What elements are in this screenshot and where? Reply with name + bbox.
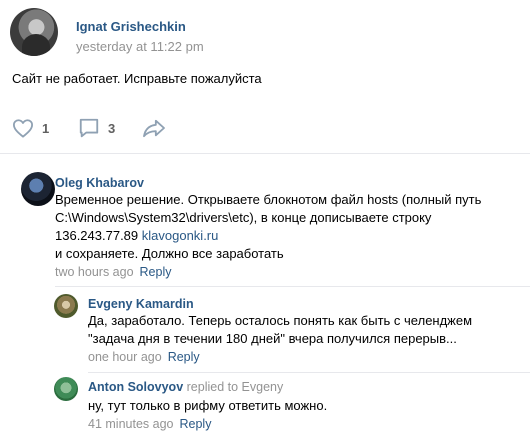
- comment-button[interactable]: 3: [78, 117, 115, 139]
- comment-line: C:\Windows\System32\drivers\etc), в конц…: [55, 210, 432, 225]
- comment-line: Временное решение. Открываете блокнотом …: [55, 192, 482, 207]
- like-count: 1: [42, 120, 50, 136]
- wall-post: Ignat Grishechkin yesterday at 11:22 pm …: [0, 0, 530, 445]
- comment-meta: 41 minutes ago Reply: [88, 417, 211, 431]
- reply-button[interactable]: Reply: [140, 265, 172, 279]
- comment-time[interactable]: two hours ago: [55, 265, 134, 279]
- reply-button[interactable]: Reply: [168, 350, 200, 364]
- comment-author[interactable]: Evgeny Kamardin: [88, 297, 194, 311]
- comment-icon: [79, 118, 99, 138]
- post-divider: [0, 153, 530, 154]
- avatar[interactable]: [54, 377, 78, 401]
- post-author-name[interactable]: Ignat Grishechkin: [76, 19, 186, 34]
- share-icon: [143, 119, 165, 138]
- comment-count: 3: [108, 120, 116, 136]
- author-avatar[interactable]: [10, 8, 58, 56]
- post-text: Сайт не работает. Исправьте пожалуйста: [12, 71, 262, 86]
- comment-line: "задача дня в течении 180 дней" вчера по…: [88, 331, 457, 346]
- comment-time[interactable]: 41 minutes ago: [88, 417, 173, 431]
- avatar[interactable]: [54, 294, 78, 318]
- comment-line-ip: 136.243.77.89 klavogonki.ru: [55, 227, 481, 245]
- comment-divider: [55, 286, 530, 287]
- comment-meta: one hour ago Reply: [88, 350, 200, 364]
- comment-author-line: Anton Solovyov replied to Evgeny: [88, 380, 283, 394]
- comment-text: ну, тут только в рифму ответить можно.: [88, 397, 327, 415]
- comment-text: Да, заработало. Теперь осталось понять к…: [88, 312, 472, 348]
- comment-divider: [88, 372, 530, 373]
- post-time[interactable]: yesterday at 11:22 pm: [76, 39, 204, 54]
- comment-meta: two hours ago Reply: [55, 265, 172, 279]
- share-button[interactable]: [142, 117, 166, 139]
- like-button[interactable]: 1: [12, 117, 49, 139]
- avatar[interactable]: [21, 172, 55, 206]
- comment-line: Да, заработало. Теперь осталось понять к…: [88, 313, 473, 328]
- comment-line: ну, тут только в рифму ответить можно.: [88, 398, 328, 413]
- heart-icon: [13, 119, 33, 138]
- comment-author[interactable]: Oleg Khabarov: [55, 176, 144, 190]
- ip-text: 136.243.77.89: [55, 228, 139, 243]
- reply-button[interactable]: Reply: [179, 417, 211, 431]
- comment-time[interactable]: one hour ago: [88, 350, 162, 364]
- comment-text: Временное решение. Открываете блокнотом …: [55, 191, 481, 263]
- comment-line: и сохраняете. Должно все заработать: [55, 246, 284, 261]
- replied-to-link[interactable]: replied to Evgeny: [187, 380, 284, 394]
- klavogonki-link[interactable]: klavogonki.ru: [142, 228, 219, 243]
- comment-author[interactable]: Anton Solovyov: [88, 380, 183, 394]
